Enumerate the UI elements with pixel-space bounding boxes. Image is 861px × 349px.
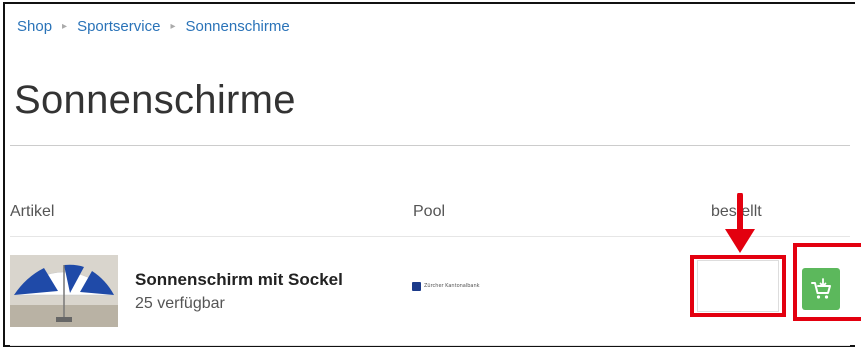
title-divider xyxy=(10,145,850,146)
availability-text: 25 verfügbar xyxy=(135,295,225,312)
annotation-highlight-cart-button xyxy=(793,243,861,321)
breadcrumb-separator: ▸ xyxy=(62,21,68,32)
column-header-article: Artikel xyxy=(10,203,55,220)
umbrella-image xyxy=(10,255,118,327)
bank-logo-icon xyxy=(412,282,421,291)
product-name[interactable]: Sonnenschirm mit Sockel xyxy=(135,270,343,290)
breadcrumb-sonnenschirme[interactable]: Sonnenschirme xyxy=(185,18,289,35)
breadcrumb: Shop ▸ Sportservice ▸ Sonnenschirme xyxy=(17,18,290,35)
pool-logo: Zürcher Kantonalbank xyxy=(412,282,480,291)
breadcrumb-shop[interactable]: Shop xyxy=(17,18,52,35)
row-divider xyxy=(10,345,850,346)
page-title: Sonnenschirme xyxy=(14,78,296,122)
annotation-arrow-icon xyxy=(725,193,755,253)
annotation-highlight-quantity xyxy=(690,255,786,317)
pool-logo-text: Zürcher Kantonalbank xyxy=(424,283,480,289)
breadcrumb-separator: ▸ xyxy=(170,21,176,32)
column-header-pool: Pool xyxy=(413,203,446,220)
breadcrumb-sportservice[interactable]: Sportservice xyxy=(77,18,160,35)
